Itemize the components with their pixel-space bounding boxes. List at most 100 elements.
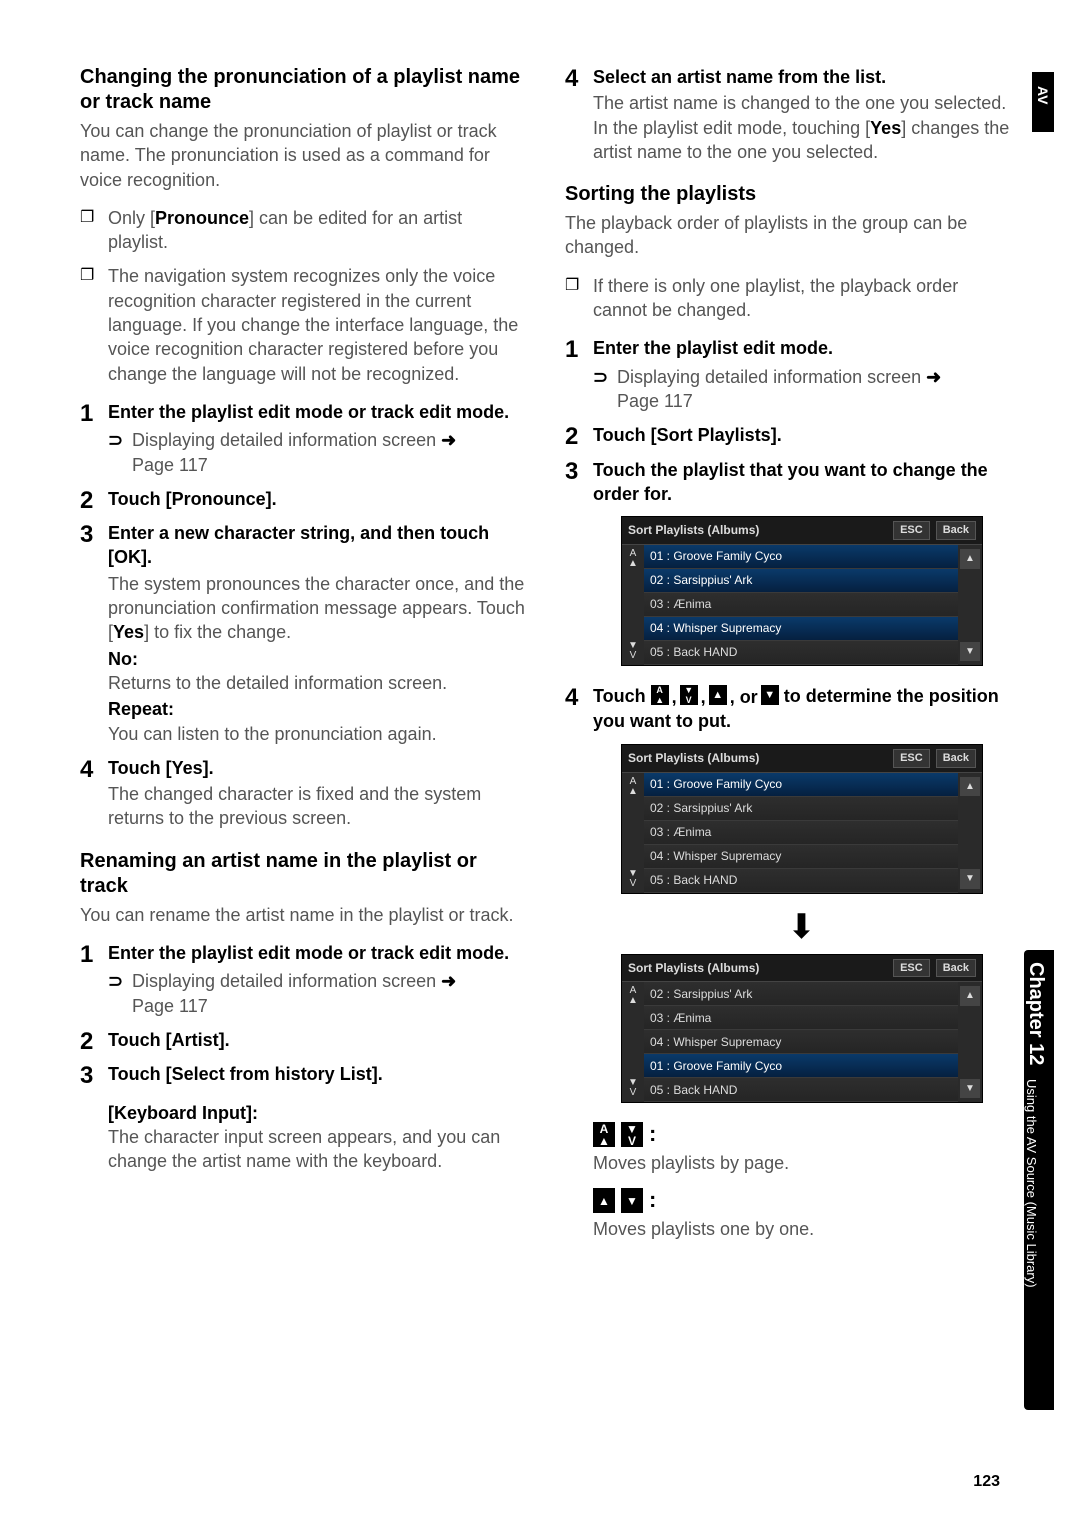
step-body: The artist name is changed to the one yo… — [593, 91, 1010, 164]
line-down-icon: ▼ — [621, 1188, 643, 1213]
steps-continue: Select an artist name from the list. The… — [565, 65, 1010, 164]
steps-rename: Enter the playlist edit mode or track ed… — [80, 941, 525, 1173]
playlist-row[interactable]: 01 : Groove Family Cyco — [644, 1054, 958, 1078]
playlist-row[interactable]: 05 : Back HAND — [644, 869, 958, 893]
step-item: Touch the playlist that you want to chan… — [565, 458, 1010, 666]
right-column: Select an artist name from the list. The… — [565, 65, 1010, 1259]
esc-button[interactable]: ESC — [893, 521, 930, 540]
page-number: 123 — [973, 1473, 1000, 1491]
step-item: Touch [Yes]. The changed character is fi… — [80, 756, 525, 831]
side-tab-av: AV — [1032, 72, 1054, 132]
page-up-icon: A▲ — [593, 1122, 615, 1147]
esc-button[interactable]: ESC — [893, 959, 930, 978]
moves-one-by-one: Moves playlists one by one. — [593, 1217, 1010, 1241]
repeat-option: Repeat: You can listen to the pronunciat… — [108, 697, 525, 746]
page-move-explain: A▲ ▼V : — [593, 1119, 1010, 1149]
chapter-sub-label: Using the AV Source (Music Library) — [1024, 1069, 1046, 1288]
playlist-row[interactable]: 03 : Ænima — [644, 821, 958, 845]
screenshot-sort-b: Sort Playlists (Albums) ESC Back A▲▼V 01… — [621, 744, 983, 894]
side-chapter-tab: Chapter 12 Using the AV Source (Music Li… — [1024, 950, 1054, 1410]
step-item: Enter the playlist edit mode or track ed… — [80, 400, 525, 477]
step-item: Enter the playlist edit mode or track ed… — [80, 941, 525, 1018]
note-item: If there is only one playlist, the playb… — [565, 274, 1010, 323]
screenshot-title: Sort Playlists (Albums) — [628, 522, 759, 538]
playlist-row[interactable]: 03 : Ænima — [644, 1006, 958, 1030]
step-item: Touch [Sort Playlists]. — [565, 423, 1010, 447]
playlist-row[interactable]: 04 : Whisper Supremacy — [644, 1030, 958, 1054]
page-arrows[interactable]: A▲▼V — [622, 773, 644, 893]
playlist-row[interactable]: 02 : Sarsippius' Ark — [644, 982, 958, 1006]
step-item: Touch , , , or to determine the position… — [565, 684, 1010, 1241]
step-head: Touch [Sort Playlists]. — [593, 423, 1010, 447]
playlist-row[interactable]: 04 : Whisper Supremacy — [644, 845, 958, 869]
step-body: The changed character is fixed and the s… — [108, 782, 525, 831]
line-arrows[interactable]: ▲▼ — [958, 545, 982, 665]
step-head: Touch [Yes]. — [108, 756, 525, 780]
step-head: Enter a new character string, and then t… — [108, 521, 525, 570]
screenshot-header: Sort Playlists (Albums) ESC Back — [622, 745, 982, 773]
heading-change-pronunciation: Changing the pronunciation of a playlist… — [80, 65, 525, 115]
page-arrows[interactable]: A▲▼V — [622, 545, 644, 665]
line-up-icon: ▲ — [593, 1188, 615, 1213]
step-head: Touch [Artist]. — [108, 1028, 525, 1052]
left-column: Changing the pronunciation of a playlist… — [80, 65, 525, 1259]
note-item: The navigation system recognizes only th… — [80, 264, 525, 385]
heading-rename-artist: Renaming an artist name in the playlist … — [80, 849, 525, 899]
steps-sort: Enter the playlist edit mode. Displaying… — [565, 336, 1010, 666]
playlist-list: 02 : Sarsippius' Ark03 : Ænima04 : Whisp… — [644, 982, 958, 1102]
screenshot-header: Sort Playlists (Albums) ESC Back — [622, 955, 982, 983]
line-arrows[interactable]: ▲▼ — [958, 773, 982, 893]
step-head: Touch [Pronounce]. — [108, 487, 525, 511]
esc-button[interactable]: ESC — [893, 749, 930, 768]
moves-by-page: Moves playlists by page. — [593, 1151, 1010, 1175]
playlist-list: 01 : Groove Family Cyco02 : Sarsippius' … — [644, 773, 958, 893]
notes-list-sort: If there is only one playlist, the playb… — [565, 274, 1010, 323]
step-item: Enter a new character string, and then t… — [80, 521, 525, 746]
chapter-label: Chapter 12 — [1024, 950, 1051, 1065]
playlist-row[interactable]: 04 : Whisper Supremacy — [644, 617, 958, 641]
back-button[interactable]: Back — [936, 749, 976, 768]
down-arrow-icon: ⬇ — [593, 910, 1010, 944]
step-body: The system pronounces the character once… — [108, 572, 525, 645]
screenshot-sort-a: Sort Playlists (Albums) ESC Back A▲▼V 01… — [621, 516, 983, 666]
screenshot-title: Sort Playlists (Albums) — [628, 750, 759, 766]
screenshot-header: Sort Playlists (Albums) ESC Back — [622, 517, 982, 545]
playlist-row[interactable]: 01 : Groove Family Cyco — [644, 773, 958, 797]
back-button[interactable]: Back — [936, 959, 976, 978]
step-head: Enter the playlist edit mode or track ed… — [108, 400, 525, 424]
note-item: Only [Pronounce] can be edited for an ar… — [80, 206, 525, 255]
side-tab-label: AV — [1032, 72, 1051, 104]
screenshot-sort-c: Sort Playlists (Albums) ESC Back A▲▼V 02… — [621, 954, 983, 1104]
line-move-explain: ▲ ▼ : — [593, 1185, 1010, 1215]
screenshot-title: Sort Playlists (Albums) — [628, 960, 759, 976]
page-down-icon — [680, 685, 698, 705]
move-icons: , , , or — [651, 685, 779, 709]
back-button[interactable]: Back — [936, 521, 976, 540]
line-arrows[interactable]: ▲▼ — [958, 982, 982, 1102]
keyboard-input-option: [Keyboard Input]: The character input sc… — [108, 1101, 525, 1174]
playlist-row[interactable]: 05 : Back HAND — [644, 1078, 958, 1102]
line-down-icon — [761, 685, 779, 705]
step-head: Enter the playlist edit mode or track ed… — [108, 941, 525, 965]
step-head: Select an artist name from the list. — [593, 65, 1010, 89]
playlist-list: 01 : Groove Family Cyco02 : Sarsippius' … — [644, 545, 958, 665]
step-sub: Displaying detailed information screen P… — [593, 365, 1010, 414]
notes-list: Only [Pronounce] can be edited for an ar… — [80, 206, 525, 386]
playlist-row[interactable]: 02 : Sarsippius' Ark — [644, 569, 958, 593]
playlist-row[interactable]: 01 : Groove Family Cyco — [644, 545, 958, 569]
step-item: Touch [Pronounce]. — [80, 487, 525, 511]
steps-pronunciation: Enter the playlist edit mode or track ed… — [80, 400, 525, 831]
heading-sorting: Sorting the playlists — [565, 182, 1010, 207]
playlist-row[interactable]: 02 : Sarsippius' Ark — [644, 797, 958, 821]
step-item: Select an artist name from the list. The… — [565, 65, 1010, 164]
step-item: Enter the playlist edit mode. Displaying… — [565, 336, 1010, 413]
intro-rename-artist: You can rename the artist name in the pl… — [80, 903, 525, 927]
playlist-row[interactable]: 03 : Ænima — [644, 593, 958, 617]
playlist-row[interactable]: 05 : Back HAND — [644, 641, 958, 665]
step-item: Touch [Artist]. — [80, 1028, 525, 1052]
no-option: No: Returns to the detailed information … — [108, 647, 525, 696]
steps-sort-continue: Touch , , , or to determine the position… — [565, 684, 1010, 1241]
page-arrows[interactable]: A▲▼V — [622, 982, 644, 1102]
step-sub: Displaying detailed information screen P… — [108, 428, 525, 477]
page-down-icon: ▼V — [621, 1122, 643, 1147]
